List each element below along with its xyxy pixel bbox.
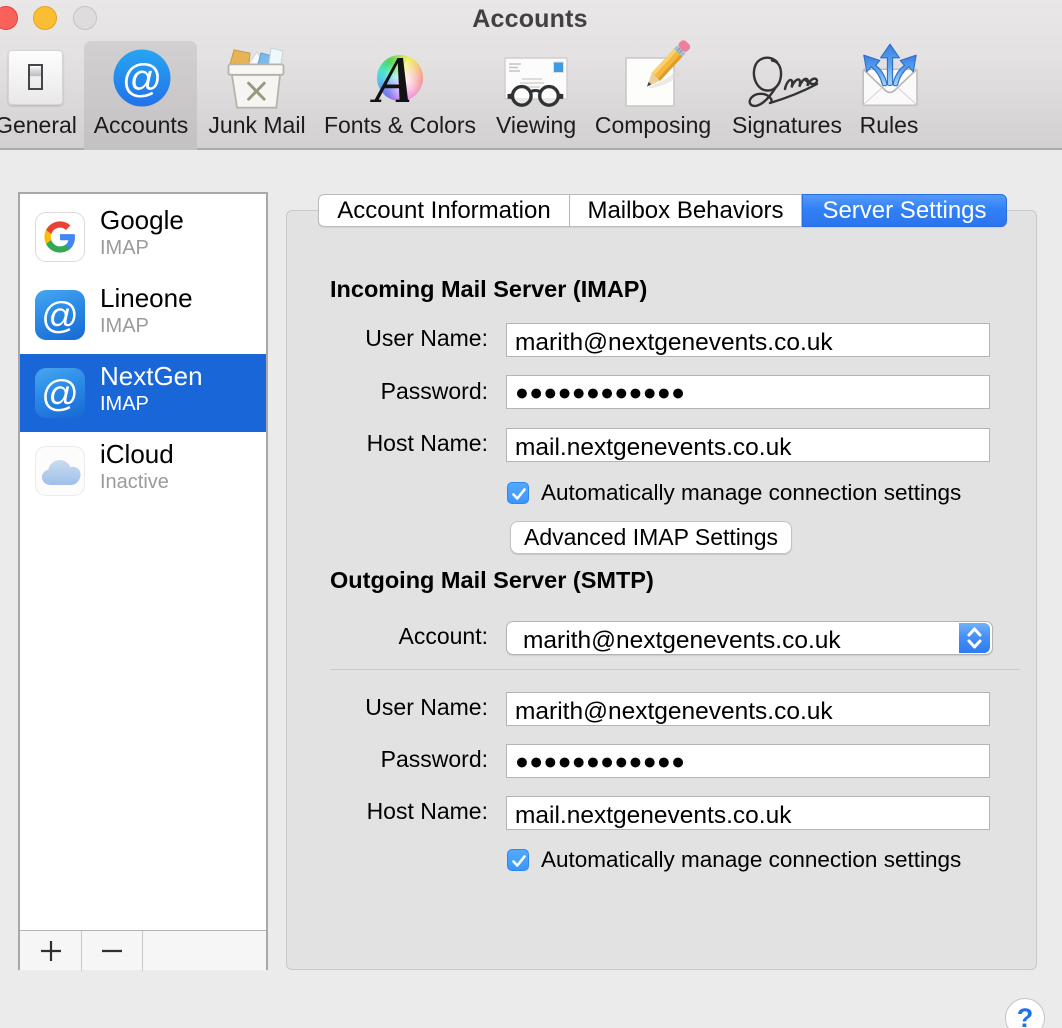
svg-text:@: @: [122, 57, 163, 101]
